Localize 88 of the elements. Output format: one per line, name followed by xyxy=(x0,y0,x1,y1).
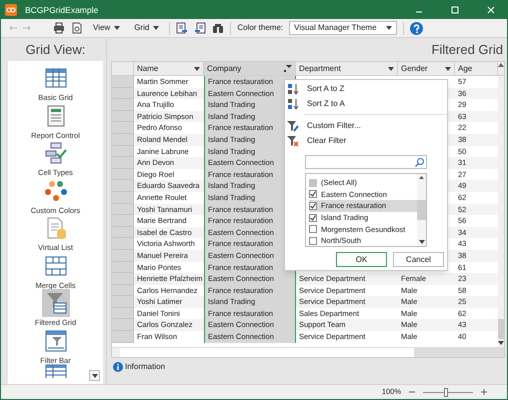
checkbox[interactable] xyxy=(309,225,317,234)
filter-icon[interactable] xyxy=(284,65,292,72)
information-tab[interactable]: Information xyxy=(111,361,168,373)
help-icon[interactable] xyxy=(410,22,424,34)
color-theme-label: Color theme: xyxy=(237,22,284,34)
grid-menu[interactable]: Grid xyxy=(130,22,164,34)
row-header[interactable] xyxy=(112,88,134,100)
row-header[interactable] xyxy=(112,284,134,296)
row-header[interactable] xyxy=(112,168,134,180)
caret-icon xyxy=(92,374,98,378)
caret-icon xyxy=(445,66,451,70)
checkbox[interactable] xyxy=(309,202,317,210)
scroll-thumb[interactable] xyxy=(498,319,504,339)
row-header[interactable] xyxy=(112,331,134,343)
zoom-slider[interactable] xyxy=(423,388,473,396)
filter-clear-icon xyxy=(287,134,299,146)
row-header[interactable] xyxy=(112,319,134,332)
row-header[interactable] xyxy=(112,76,134,88)
column-header[interactable]: Age xyxy=(455,62,498,75)
theme-dropdown[interactable]: Visual Manager Theme xyxy=(289,21,398,35)
sidebar-title: Grid View: xyxy=(24,40,86,59)
search-icon xyxy=(415,158,424,166)
maximize-icon[interactable] xyxy=(451,6,459,14)
list-scrollbar[interactable] xyxy=(417,174,426,246)
table-icon xyxy=(44,66,68,90)
search-field[interactable] xyxy=(305,155,427,169)
row-header[interactable] xyxy=(112,308,134,320)
ok-button[interactable]: OK xyxy=(336,252,387,267)
cancel-button[interactable]: Cancel xyxy=(393,252,444,267)
table-icon xyxy=(44,364,68,378)
page-title: Filtered Grid xyxy=(430,40,504,59)
caret-icon xyxy=(388,66,394,70)
filter-pencil-icon xyxy=(287,120,299,132)
column-header[interactable]: Department xyxy=(296,62,398,75)
caret-icon xyxy=(498,341,504,345)
row-header[interactable] xyxy=(112,238,134,250)
row-header[interactable] xyxy=(112,250,134,262)
row-header[interactable] xyxy=(112,134,134,146)
caret-icon xyxy=(194,66,200,70)
checkbox[interactable] xyxy=(309,190,317,198)
back-arrow-icon[interactable] xyxy=(9,24,17,32)
zoom-in-icon[interactable] xyxy=(481,389,487,395)
row-header[interactable] xyxy=(112,215,134,227)
row-header[interactable] xyxy=(112,110,134,122)
slider-thumb[interactable] xyxy=(444,388,448,396)
row-header[interactable] xyxy=(112,192,134,204)
checkbox[interactable] xyxy=(309,178,317,187)
info-icon xyxy=(113,362,123,372)
vertical-scrollbar[interactable] xyxy=(498,76,504,347)
row-header[interactable] xyxy=(112,226,134,238)
caret-icon xyxy=(114,26,120,30)
row-header[interactable] xyxy=(112,204,134,216)
scroll-thumb[interactable] xyxy=(417,200,426,220)
horizontal-scrollbar[interactable] xyxy=(112,347,504,357)
row-header[interactable] xyxy=(112,262,134,274)
diagram-check-icon xyxy=(44,141,68,165)
row-header[interactable] xyxy=(112,99,134,111)
table-icon xyxy=(44,254,68,278)
column-header[interactable]: Gender xyxy=(398,62,455,75)
view-menu[interactable]: View xyxy=(89,22,124,34)
import-icon[interactable] xyxy=(194,22,206,34)
row-header[interactable] xyxy=(112,122,134,134)
scroll-down-button[interactable] xyxy=(89,370,100,381)
window-title: BCGPGridExample xyxy=(25,4,100,16)
close-icon[interactable] xyxy=(487,6,495,14)
row-header[interactable] xyxy=(112,180,134,192)
row-header[interactable] xyxy=(112,146,134,158)
scroll-thumb[interactable] xyxy=(414,348,504,357)
print-preview-icon[interactable] xyxy=(71,22,83,34)
forward-arrow-icon[interactable] xyxy=(23,24,31,32)
caret-icon xyxy=(153,26,160,30)
export-icon[interactable] xyxy=(176,22,188,34)
caret-icon xyxy=(386,26,392,30)
checkbox[interactable] xyxy=(309,236,317,245)
sort-icon xyxy=(287,98,299,110)
zoom-out-icon[interactable] xyxy=(409,389,415,395)
column-header[interactable]: Company xyxy=(204,62,296,75)
print-icon[interactable] xyxy=(53,22,65,34)
binoculars-icon[interactable] xyxy=(212,22,224,34)
dots-icon xyxy=(44,178,68,202)
app-icon xyxy=(5,4,17,16)
row-header[interactable] xyxy=(112,296,134,308)
scroll-up-icon[interactable] xyxy=(498,63,504,67)
sort-icon xyxy=(287,82,299,94)
checkbox[interactable] xyxy=(309,214,317,222)
row-header[interactable] xyxy=(112,273,134,285)
row-header[interactable] xyxy=(112,157,134,169)
filter-table-icon xyxy=(44,328,68,352)
